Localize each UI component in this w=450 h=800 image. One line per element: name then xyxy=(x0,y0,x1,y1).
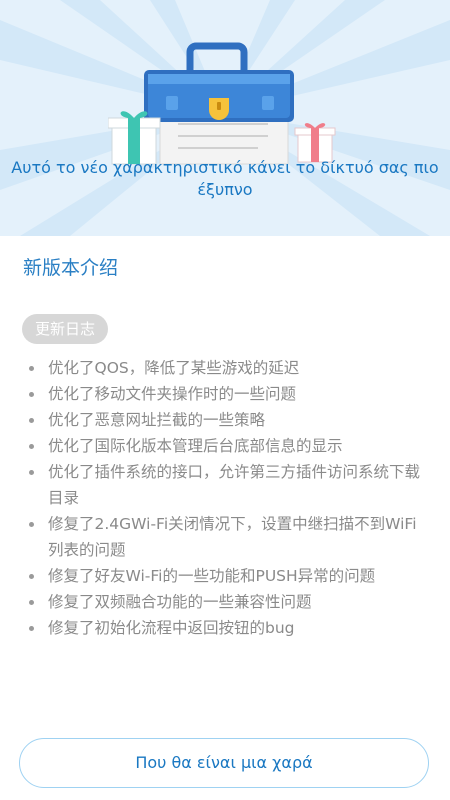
list-item: 修复了好友Wi-Fi的一些功能和PUSH异常的问题 xyxy=(27,563,427,589)
list-item: 修复了2.4GWi-Fi关闭情况下，设置中继扫描不到WiFi列表的问题 xyxy=(27,511,427,563)
changelog-list: 优化了QOS，降低了某些游戏的延迟 优化了移动文件夹操作时的一些问题 优化了恶意… xyxy=(27,355,427,641)
list-item: 修复了初始化流程中返回按钮的bug xyxy=(27,615,427,641)
list-item: 修复了双频融合功能的一些兼容性问题 xyxy=(27,589,427,615)
hero-banner: Αυτό το νέο χαρακτηριστικό κάνει το δίκτ… xyxy=(0,0,450,236)
changelog-badge: 更新日志 xyxy=(22,314,109,344)
page-title: 新版本介绍 xyxy=(23,257,119,279)
toolbox-icon xyxy=(108,42,336,165)
confirm-button[interactable]: Που θα είναι μια χαρά xyxy=(19,738,429,788)
list-item: 优化了插件系统的接口，允许第三方插件访问系统下载目录 xyxy=(27,459,427,511)
list-item: 优化了QOS，降低了某些游戏的延迟 xyxy=(27,355,427,381)
list-item: 优化了国际化版本管理后台底部信息的显示 xyxy=(27,433,427,459)
list-item: 优化了移动文件夹操作时的一些问题 xyxy=(27,381,427,407)
hero-message: Αυτό το νέο χαρακτηριστικό κάνει το δίκτ… xyxy=(11,158,439,199)
list-item: 优化了恶意网址拦截的一些策略 xyxy=(27,407,427,433)
